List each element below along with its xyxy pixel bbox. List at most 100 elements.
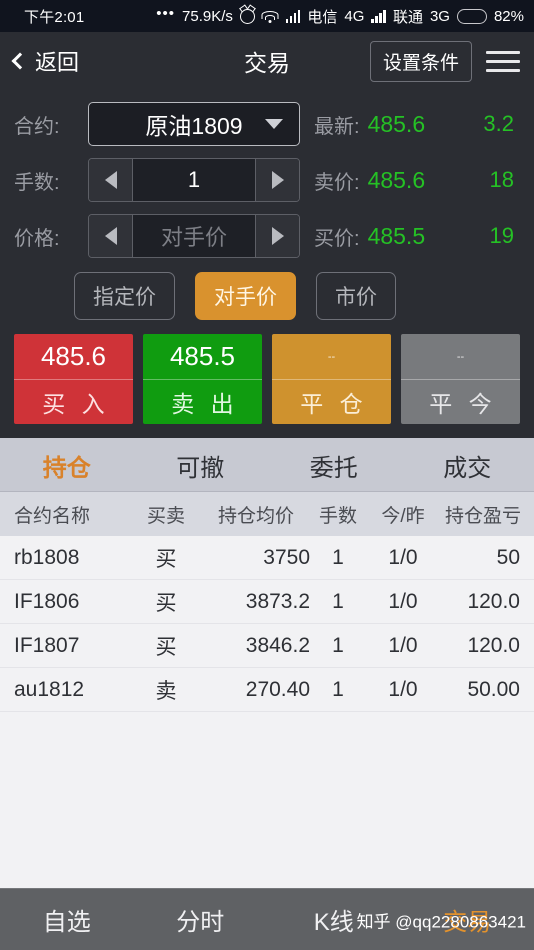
carrier-label-2: 联通 [392, 8, 423, 26]
carrier-label-1: 电信 [307, 8, 338, 26]
positions-table-header: 合约名称 买卖 持仓均价 手数 今/昨 持仓盈亏 [0, 492, 534, 536]
sell-button[interactable]: 485.5 卖 出 [143, 334, 262, 424]
column-header-lots: 手数 [318, 505, 357, 527]
column-header-side: 买卖 [146, 505, 185, 527]
lots-increment-button[interactable] [255, 159, 299, 201]
hamburger-menu-icon[interactable] [486, 50, 520, 72]
quote-ask: 卖价: 485.6 18 [300, 166, 520, 195]
signal-bars-icon-2 [371, 9, 386, 23]
status-time: 下午2:01 [24, 8, 85, 26]
action-button-group: 485.6 买 入 485.5 卖 出 -- 平 仓 -- 平 今 [0, 334, 534, 438]
quote-bid-label: 买价: [314, 227, 360, 250]
sell-label: 卖 出 [171, 391, 239, 417]
back-label: 返回 [35, 50, 80, 75]
positions-panel: 持仓 可撤 委托 成交 合约名称 买卖 持仓均价 手数 今/昨 持仓盈亏 rb1… [0, 438, 534, 888]
column-header-avg-price: 持仓均价 [217, 505, 294, 527]
lots-label: 手数: [14, 171, 60, 194]
close-position-label: 平 仓 [300, 391, 368, 417]
buy-button[interactable]: 485.6 买 入 [14, 334, 133, 424]
cell-today-yesterday: 1/0 [388, 633, 418, 657]
cell-contract: IF1807 [14, 633, 80, 657]
positions-tabbar: 持仓 可撤 委托 成交 [0, 438, 534, 492]
close-position-price: -- [272, 334, 391, 380]
close-today-price: -- [401, 334, 520, 380]
more-dots-icon: ••• [156, 4, 176, 22]
triangle-right-icon [271, 227, 284, 245]
cell-today-yesterday: 1/0 [388, 589, 418, 613]
status-bar: 下午2:01 ••• 75.9K/s 电信 4G 联通 3G 82% [0, 0, 534, 32]
tab-orders[interactable]: 委托 [267, 438, 401, 492]
column-header-today-yesterday: 今/昨 [381, 505, 425, 527]
quote-latest-label: 最新: [314, 115, 360, 138]
tab-cancelable[interactable]: 可撤 [134, 438, 268, 492]
buy-price: 485.6 [14, 334, 133, 380]
wifi-icon [261, 10, 279, 23]
column-header-pnl: 持仓盈亏 [444, 505, 521, 527]
cell-avg-price: 270.40 [245, 677, 310, 701]
table-row[interactable]: IF1807 买 3846.2 1 1/0 120.0 [0, 624, 534, 668]
quote-ask-extra: 18 [489, 167, 514, 192]
column-header-contract: 合约名称 [14, 505, 91, 527]
network-type-2: 3G [429, 7, 450, 25]
set-condition-button[interactable]: 设置条件 [369, 40, 472, 82]
quote-bid-value: 485.5 [367, 222, 426, 249]
signal-bars-icon-1 [285, 9, 301, 23]
trading-app-screen: 下午2:01 ••• 75.9K/s 电信 4G 联通 3G 82% 返回 交易… [0, 0, 534, 950]
cell-contract: IF1806 [14, 589, 80, 613]
close-today-button[interactable]: -- 平 今 [401, 334, 520, 424]
nav-item-watchlist[interactable]: 自选 [0, 889, 134, 950]
positions-empty-area [0, 712, 534, 888]
cell-pnl: 120.0 [467, 589, 520, 613]
triangle-right-icon [271, 171, 284, 189]
cell-today-yesterday: 1/0 [388, 677, 418, 701]
quote-ask-value: 485.6 [367, 166, 426, 193]
table-row[interactable]: au1812 卖 270.40 1 1/0 50.00 [0, 668, 534, 712]
price-type-counterparty[interactable]: 对手价 [195, 272, 296, 320]
contract-value: 原油1809 [145, 113, 243, 139]
quote-latest-extra: 3.2 [483, 111, 514, 136]
cell-contract: au1812 [14, 677, 85, 701]
order-form: 合约: 原油1809 最新: 485.6 3.2 手数: 1 卖价: 485.6… [0, 90, 534, 438]
quote-latest-value: 485.6 [367, 110, 426, 137]
cell-lots: 1 [332, 677, 344, 701]
cell-pnl: 50 [496, 545, 520, 569]
lots-stepper[interactable]: 1 [88, 158, 300, 202]
cell-lots: 1 [332, 633, 344, 657]
battery-icon [456, 8, 487, 24]
cell-side: 买 [155, 591, 177, 615]
table-row[interactable]: IF1806 买 3873.2 1 1/0 120.0 [0, 580, 534, 624]
price-decrement-button[interactable] [89, 215, 133, 257]
cell-contract: rb1808 [14, 545, 80, 569]
lots-decrement-button[interactable] [89, 159, 133, 201]
nav-item-timeshare[interactable]: 分时 [134, 889, 268, 950]
price-type-market[interactable]: 市价 [316, 272, 396, 320]
lots-value[interactable]: 1 [133, 159, 255, 201]
contract-row: 合约: 原油1809 最新: 485.6 3.2 [0, 96, 534, 152]
cell-pnl: 50.00 [467, 677, 520, 701]
price-stepper[interactable]: 对手价 [88, 214, 300, 258]
contract-select[interactable]: 原油1809 [88, 102, 300, 146]
close-position-button[interactable]: -- 平 仓 [272, 334, 391, 424]
price-row: 价格: 对手价 买价: 485.5 19 [0, 208, 534, 264]
alarm-clock-icon [239, 8, 255, 24]
price-value[interactable]: 对手价 [133, 215, 255, 257]
back-button[interactable]: 返回 [11, 45, 80, 77]
table-row[interactable]: rb1808 买 3750 1 1/0 50 [0, 536, 534, 580]
cell-side: 卖 [155, 679, 177, 703]
cell-avg-price: 3846.2 [245, 633, 310, 657]
price-increment-button[interactable] [255, 215, 299, 257]
price-type-limit[interactable]: 指定价 [74, 272, 175, 320]
triangle-left-icon [104, 227, 117, 245]
close-today-label: 平 今 [429, 391, 497, 417]
tab-positions[interactable]: 持仓 [0, 438, 134, 492]
lots-row: 手数: 1 卖价: 485.6 18 [0, 152, 534, 208]
cell-avg-price: 3873.2 [245, 589, 310, 613]
network-speed: 75.9K/s [182, 7, 233, 25]
network-type-1: 4G [344, 7, 365, 25]
app-header: 返回 交易 设置条件 [0, 32, 534, 90]
cell-pnl: 120.0 [467, 633, 520, 657]
cell-lots: 1 [332, 545, 344, 569]
sell-price: 485.5 [143, 334, 262, 380]
tab-trades[interactable]: 成交 [401, 438, 534, 492]
price-type-group: 指定价 对手价 市价 [0, 264, 534, 334]
